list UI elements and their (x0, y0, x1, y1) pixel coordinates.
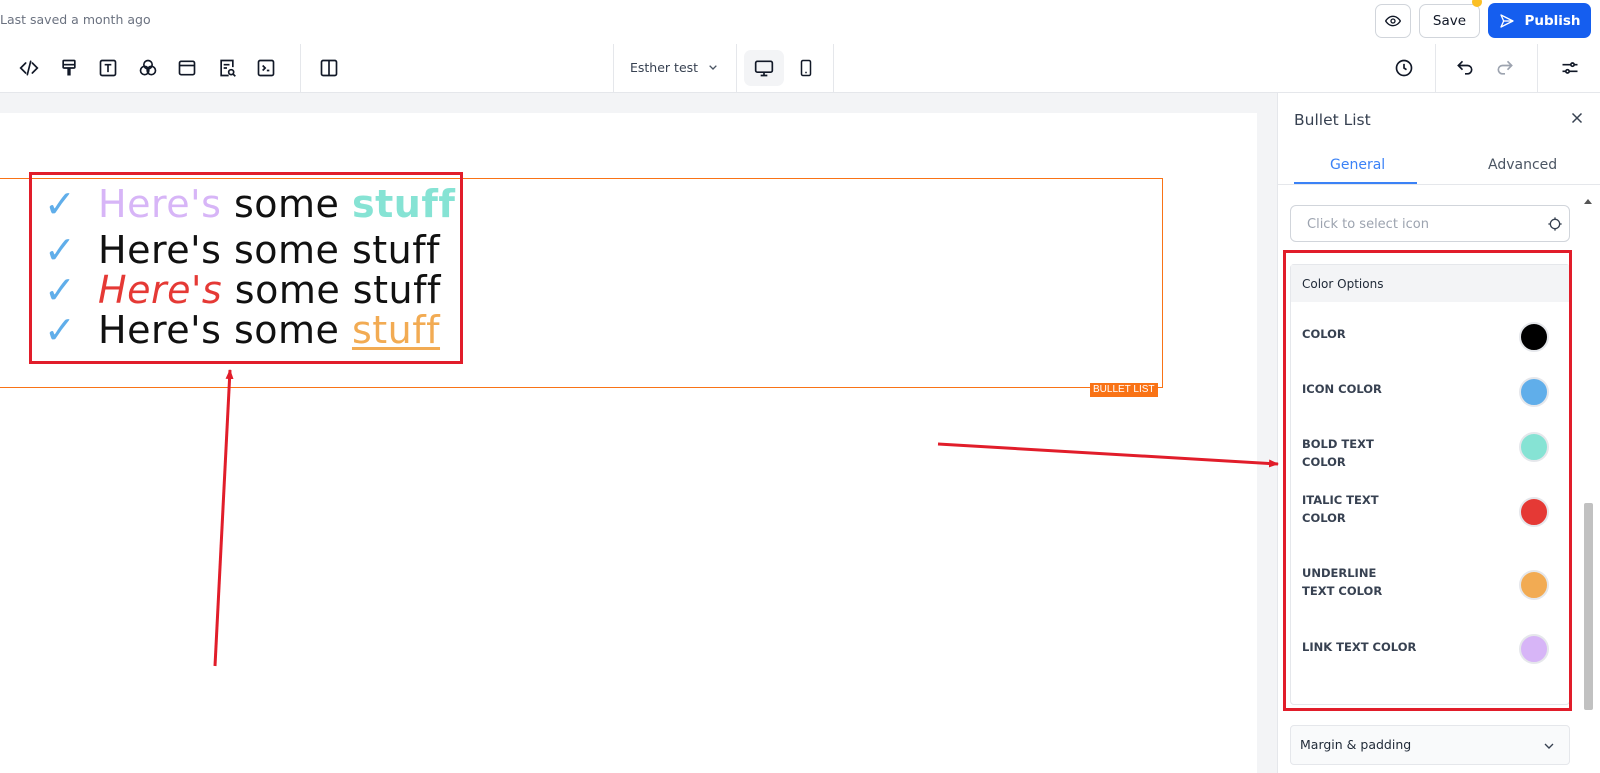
toolbar-divider (736, 44, 737, 92)
active-tab-indicator (1294, 182, 1417, 184)
publish-label: Publish (1524, 12, 1581, 29)
code-icon[interactable] (17, 56, 41, 80)
toolbar-divider (833, 44, 834, 92)
paint-brush-icon[interactable] (57, 56, 81, 80)
settings-panel: Bullet List General Advanced Click to se… (1277, 93, 1600, 773)
margin-padding-section[interactable]: Margin & padding (1290, 725, 1570, 765)
tab-divider (1278, 184, 1600, 185)
crosshair-icon[interactable] (1547, 216, 1563, 232)
desktop-icon (754, 60, 774, 77)
redo-icon[interactable] (1493, 56, 1517, 80)
terminal-icon[interactable] (254, 56, 278, 80)
preview-button[interactable] (1375, 4, 1411, 38)
icon-select-placeholder: Click to select icon (1307, 217, 1430, 232)
chevron-down-icon[interactable] (705, 59, 721, 75)
save-button[interactable]: Save (1419, 4, 1480, 38)
history-icon[interactable] (1392, 56, 1416, 80)
tab-general[interactable]: General (1330, 157, 1385, 173)
page-selector[interactable]: Esther test (630, 60, 698, 75)
editor-toolbar: Esther test (0, 44, 1600, 93)
chevron-down-icon[interactable] (1541, 738, 1557, 754)
scroll-up-arrow-icon[interactable] (1582, 197, 1594, 205)
unsaved-indicator-dot (1472, 0, 1482, 7)
bullet-list-tag: BULLET LIST (1090, 383, 1158, 397)
publish-button[interactable]: Publish (1488, 3, 1591, 38)
annotation-highlight-box (29, 172, 463, 364)
annotation-highlight-box (1283, 250, 1572, 711)
split-view-icon[interactable] (317, 56, 341, 80)
top-bar: Last saved a month ago Save Publish (0, 0, 1600, 44)
toolbar-divider (613, 44, 614, 92)
tab-advanced[interactable]: Advanced (1488, 157, 1557, 173)
mobile-icon[interactable] (794, 56, 818, 80)
layout-icon[interactable] (175, 56, 199, 80)
toolbar-divider (300, 44, 301, 92)
toolbar-divider (1435, 44, 1436, 92)
last-saved-text: Last saved a month ago (0, 12, 151, 27)
settings-sliders-icon[interactable] (1558, 56, 1582, 80)
close-icon[interactable] (1568, 109, 1586, 127)
toolbar-divider (1537, 44, 1538, 92)
undo-icon[interactable] (1453, 56, 1477, 80)
desktop-view-button[interactable] (744, 50, 784, 86)
margin-padding-title: Margin & padding (1300, 737, 1412, 752)
app-window: Last saved a month ago Save Publish Esth… (0, 0, 1600, 773)
scrollbar-thumb[interactable] (1584, 503, 1593, 710)
panel-title: Bullet List (1294, 111, 1371, 129)
eye-icon (1385, 15, 1401, 27)
color-circles-icon[interactable] (136, 56, 160, 80)
page-search-icon[interactable] (215, 56, 239, 80)
text-icon[interactable] (96, 56, 120, 80)
icon-select-input[interactable]: Click to select icon (1290, 205, 1570, 242)
send-icon (1500, 13, 1515, 28)
